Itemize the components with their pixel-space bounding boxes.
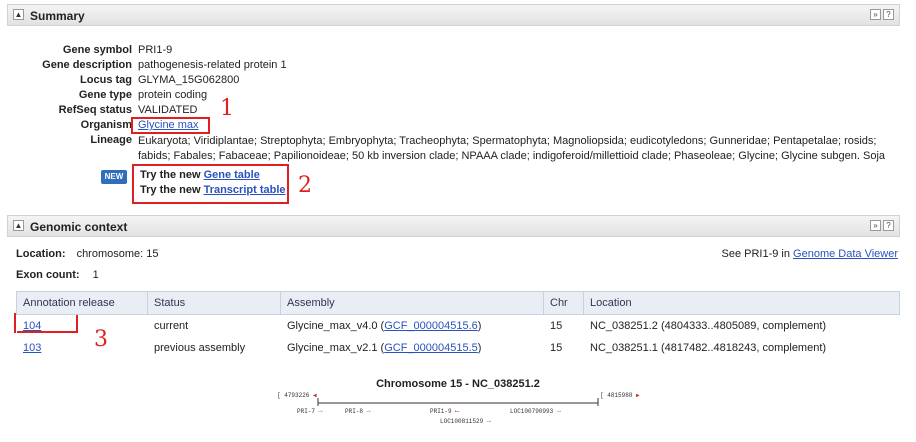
gene-pri1-9[interactable]: PRI1-9 ⟵ — [430, 408, 459, 415]
release-cell: 104 — [16, 314, 148, 337]
summary-title: Summary — [30, 9, 85, 23]
see-in-viewer: See PRI1-9 in Genome Data Viewer — [721, 248, 898, 260]
see-in-prefix: See PRI1-9 in — [721, 248, 794, 260]
gene-arrow-icon: ⟶ — [486, 418, 491, 425]
lineage-value: Eukaryota; Viridiplantae; Streptophyta; … — [138, 135, 886, 162]
col-status[interactable]: Status — [147, 291, 281, 315]
collapse-icon[interactable]: ▲ — [13, 220, 24, 231]
assembly-name: Glycine_max_v4.0 ( — [287, 320, 385, 332]
table-row: 104 current Glycine_max_v4.0 (GCF_000004… — [16, 314, 900, 337]
assembly-cell: Glycine_max_v4.0 (GCF_000004515.6) — [280, 314, 544, 337]
assembly-close: ) — [477, 342, 482, 354]
gene-loc100790993-label: LOC100790993 — [510, 408, 554, 415]
annotation-box-tables — [132, 164, 289, 204]
help-icon[interactable]: ? — [883, 220, 894, 231]
release-cell: 103 — [16, 337, 148, 359]
status-cell: previous assembly — [147, 337, 281, 359]
locus-tag-label: Locus tag — [80, 74, 132, 86]
location-value: chromosome: 15 — [76, 248, 159, 260]
annotation-number-1: 1 — [220, 96, 234, 121]
gene-type-label: Gene type — [78, 89, 132, 101]
table-row: 103 previous assembly Glycine_max_v2.1 (… — [16, 337, 900, 359]
assembly-name: Glycine_max_v2.1 ( — [287, 342, 385, 354]
assembly-accession-link[interactable]: GCF_000004515.6 — [384, 320, 478, 332]
genome-data-viewer-link[interactable]: Genome Data Viewer — [793, 248, 898, 260]
location-row: Location: chromosome: 15 — [16, 248, 159, 260]
right-arrow-icon[interactable]: ▶ — [636, 392, 640, 399]
refseq-status-label: RefSeq status — [58, 104, 132, 116]
col-annotation-release[interactable]: Annotation release — [16, 291, 148, 315]
gene-pri1-9-label: PRI1-9 — [430, 408, 452, 415]
gene-pri-8-label: PRI-8 — [345, 408, 364, 415]
exon-count-row: Exon count: 1 — [16, 269, 99, 281]
release-link[interactable]: 103 — [23, 342, 41, 354]
move-up-icon[interactable]: » — [870, 220, 881, 231]
col-assembly[interactable]: Assembly — [280, 291, 544, 315]
summary-row-locus-tag: Locus tag GLYMA_15G062800 — [0, 74, 900, 89]
col-chr[interactable]: Chr — [543, 291, 584, 315]
annotation-release-table: Annotation release Status Assembly Chr L… — [16, 291, 900, 359]
left-arrow-icon[interactable]: ◀ — [313, 392, 317, 399]
location-cell: NC_038251.1 (4817482..4818243, complemen… — [583, 337, 900, 359]
organism-label: Organism — [80, 119, 132, 131]
chromosome-title: Chromosome 15 - NC_038251.2 — [376, 378, 540, 390]
genomic-context-header[interactable]: ▲ Genomic context » ? — [7, 215, 900, 237]
assembly-accession-link[interactable]: GCF_000004515.5 — [384, 342, 478, 354]
table-header-row: Annotation release Status Assembly Chr L… — [16, 291, 900, 315]
gene-symbol-value: PRI1-9 — [138, 44, 173, 56]
chr-cell: 15 — [543, 337, 584, 359]
gene-pri-7[interactable]: PRI-7 ⟶ — [297, 408, 322, 415]
gene-description-value: pathogenesis-related protein 1 — [138, 59, 287, 71]
help-icon[interactable]: ? — [883, 9, 894, 20]
refseq-status-value: VALIDATED — [138, 104, 198, 116]
location-cell: NC_038251.2 (4804333..4805089, complemen… — [583, 314, 900, 337]
assembly-close: ) — [477, 320, 482, 332]
gene-arrow-icon: ⟶ — [556, 408, 561, 415]
location-label: Location: — [16, 248, 66, 260]
chr-cell: 15 — [543, 314, 584, 337]
right-coordinate: [ 4815988 ▶ — [600, 392, 640, 399]
summary-row-gene-description: Gene description pathogenesis-related pr… — [0, 59, 900, 74]
release-link[interactable]: 104 — [23, 320, 41, 332]
gene-arrow-highlight-icon: ⟵ — [455, 408, 459, 415]
status-cell: current — [147, 314, 281, 337]
annotation-box-organism — [131, 117, 210, 134]
gene-loc100811529-label: LOC100811529 — [440, 418, 484, 425]
gene-arrow-icon: ⟶ — [318, 408, 323, 415]
gene-loc100790993[interactable]: LOC100790993 ⟶ — [510, 408, 560, 415]
summary-row-gene-type: Gene type protein coding — [0, 89, 900, 104]
right-coordinate-value: 4815988 — [607, 392, 633, 399]
left-coordinate-value: 4793226 — [284, 392, 310, 399]
gene-loc100811529[interactable]: LOC100811529 ⟶ — [440, 418, 490, 425]
new-badge: NEW — [101, 170, 127, 184]
summary-row-gene-symbol: Gene symbol PRI1-9 — [0, 44, 900, 59]
gene-arrow-icon: ⟶ — [366, 408, 371, 415]
move-up-icon[interactable]: » — [870, 9, 881, 20]
annotation-number-2: 2 — [298, 173, 312, 198]
locus-tag-value: GLYMA_15G062800 — [138, 74, 240, 86]
col-location[interactable]: Location — [583, 291, 900, 315]
gene-pri-8[interactable]: PRI-8 ⟶ — [345, 408, 370, 415]
gene-symbol-label: Gene symbol — [62, 44, 132, 56]
gene-description-label: Gene description — [42, 59, 132, 71]
gene-type-value: protein coding — [138, 89, 208, 101]
genomic-context-title: Genomic context — [30, 220, 128, 234]
lineage-label: Lineage — [90, 134, 132, 146]
exon-count-label: Exon count: — [16, 269, 80, 281]
summary-header[interactable]: ▲ Summary » ? — [7, 4, 900, 26]
left-coordinate: [ 4793226 ◀ — [277, 392, 317, 399]
collapse-icon[interactable]: ▲ — [13, 9, 24, 20]
assembly-cell: Glycine_max_v2.1 (GCF_000004515.5) — [280, 337, 544, 359]
gene-pri-7-label: PRI-7 — [297, 408, 316, 415]
exon-count-value: 1 — [92, 269, 99, 281]
